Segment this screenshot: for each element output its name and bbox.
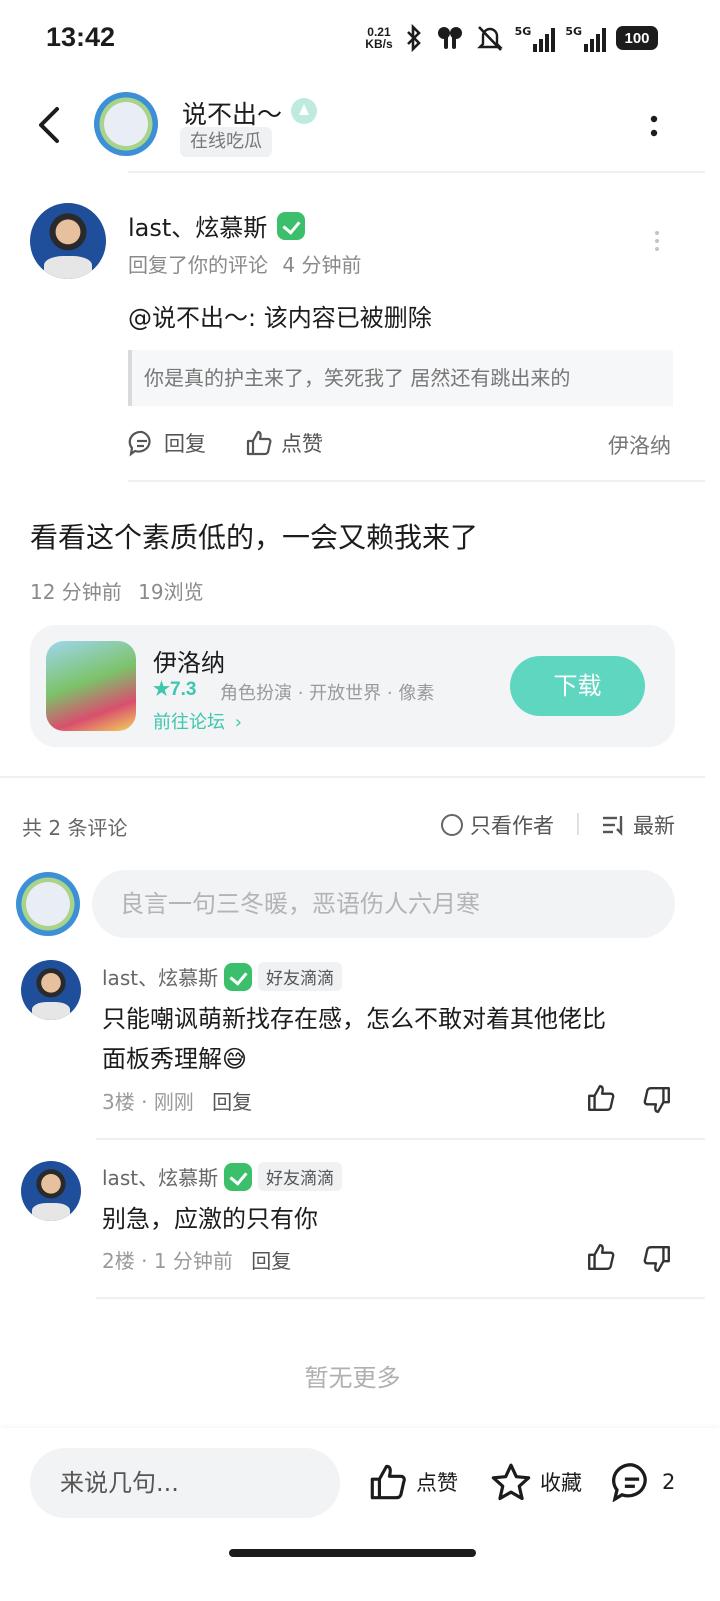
verified-badge-icon <box>224 962 253 991</box>
page-title: 说不出～ <box>182 100 283 129</box>
bluetooth-icon <box>406 24 421 52</box>
my-avatar[interactable] <box>16 872 80 936</box>
game-icon[interactable] <box>46 641 136 731</box>
comment-text-line: 别急，应激的只有你 <box>102 1205 318 1233</box>
thumbs-down-icon[interactable] <box>642 1085 672 1115</box>
mute-bell-icon <box>476 26 503 51</box>
bottom-comment-button[interactable]: 2 <box>610 1462 675 1502</box>
status-icons: 0.21 KB/s 5G 5G 100 <box>365 22 658 54</box>
user-avatar[interactable] <box>94 92 158 156</box>
star-icon: ★ <box>153 679 171 700</box>
game-rating: ★7.3 <box>153 679 197 700</box>
battery-icon: 100 <box>616 26 658 50</box>
status-tag: 在线吃瓜 <box>180 127 272 157</box>
game-tag[interactable]: 伊洛纳 <box>608 430 671 460</box>
friend-tag: 好友滴滴 <box>258 1162 343 1191</box>
sort-button[interactable]: 最新 <box>601 810 675 840</box>
comment-author-row: last、炫慕斯 好友滴滴 <box>102 962 343 991</box>
reply-content: @说不出～: 该内容已被删除 <box>128 304 432 332</box>
sort-icon <box>603 816 623 836</box>
back-icon[interactable] <box>36 106 62 144</box>
post-title: 看看这个素质低的，一会又赖我来了 <box>30 521 479 554</box>
comment-author[interactable]: last、炫慕斯 <box>102 1162 218 1191</box>
game-name: 伊洛纳 <box>153 649 225 677</box>
earbuds-icon <box>437 27 462 49</box>
thumbs-up-icon[interactable] <box>586 1083 616 1113</box>
net-speed: 0.21 KB/s <box>365 25 393 51</box>
commenter-avatar[interactable] <box>21 1161 81 1221</box>
signal-bars-icon <box>584 27 606 52</box>
verified-badge-icon <box>277 211 306 240</box>
filter-divider <box>577 813 579 835</box>
game-tags: 角色扮演 · 开放世界 · 像素 <box>220 683 435 704</box>
signal-2: 5G <box>565 25 606 52</box>
thumbs-down-icon[interactable] <box>642 1244 672 1274</box>
star-icon <box>491 1463 531 1501</box>
commenter-avatar[interactable] <box>21 960 81 1020</box>
download-button[interactable]: 下载 <box>510 656 645 716</box>
friend-tag: 好友滴滴 <box>258 962 343 991</box>
replier-avatar[interactable] <box>30 203 106 279</box>
replier-name[interactable]: last、炫慕斯 <box>128 208 267 243</box>
reply-action-row: 回复了你的评论 4 分钟前 <box>128 253 362 277</box>
section-divider <box>0 776 705 778</box>
reply-button[interactable]: 回复 <box>128 428 206 458</box>
emoji: 😅 <box>222 1045 248 1073</box>
comment-meta: 3楼 · 刚刚 回复 <box>102 1090 253 1114</box>
chevron-right-icon: › <box>234 712 242 733</box>
comments-count: 共 2 条评论 <box>22 816 128 840</box>
thumbs-up-icon <box>370 1464 406 1500</box>
signal-1: 5G <box>515 25 556 52</box>
forum-link[interactable]: 前往论坛 › <box>153 708 242 734</box>
comment-icon <box>612 1463 647 1502</box>
home-indicator[interactable] <box>229 1549 476 1557</box>
status-time: 13:42 <box>46 22 116 52</box>
quoted-comment[interactable]: 你是真的护主来了，笑死我了 居然还有跳出来的 <box>128 350 673 406</box>
bottom-favorite-button[interactable]: 收藏 <box>490 1462 582 1502</box>
thumbs-up-icon <box>246 430 272 456</box>
comment-icon <box>128 430 151 457</box>
level-badge-icon <box>291 98 317 124</box>
header-divider <box>128 171 705 173</box>
no-more-text: 暂无更多 <box>304 1364 401 1392</box>
verified-badge-icon <box>224 1162 253 1191</box>
post-meta: 12 分钟前 19浏览 <box>30 580 204 604</box>
comment-text-line: 只能嘲讽萌新找存在感，怎么不敢对着其他佬比 <box>102 1005 606 1033</box>
comment-divider <box>96 1297 705 1299</box>
more-icon[interactable] <box>648 114 660 140</box>
comment-text-line: 面板秀理解😅 <box>102 1045 248 1073</box>
comment-reply-button[interactable]: 回复 <box>212 1090 252 1114</box>
author-only-toggle[interactable]: 只看作者 <box>440 810 554 840</box>
comment-author[interactable]: last、炫慕斯 <box>102 962 218 991</box>
comment-meta: 2楼 · 1 分钟前 回复 <box>102 1249 292 1273</box>
comment-input[interactable]: 良言一句三冬暖，恶语伤人六月寒 <box>92 870 675 938</box>
notice-more-icon[interactable] <box>653 230 661 252</box>
comment-reply-button[interactable]: 回复 <box>251 1249 291 1273</box>
thumbs-up-icon[interactable] <box>586 1242 616 1272</box>
signal-bars-icon <box>533 27 556 52</box>
radio-icon <box>441 814 463 836</box>
like-button[interactable]: 点赞 <box>245 428 323 458</box>
comment-author-row: last、炫慕斯 好友滴滴 <box>102 1162 343 1191</box>
notice-divider <box>128 480 705 482</box>
bottom-like-button[interactable]: 点赞 <box>368 1462 458 1502</box>
bottom-comment-input[interactable]: 来说几句... <box>30 1448 340 1518</box>
comment-divider <box>96 1138 705 1140</box>
replier-name-row: last、炫慕斯 <box>128 208 306 243</box>
